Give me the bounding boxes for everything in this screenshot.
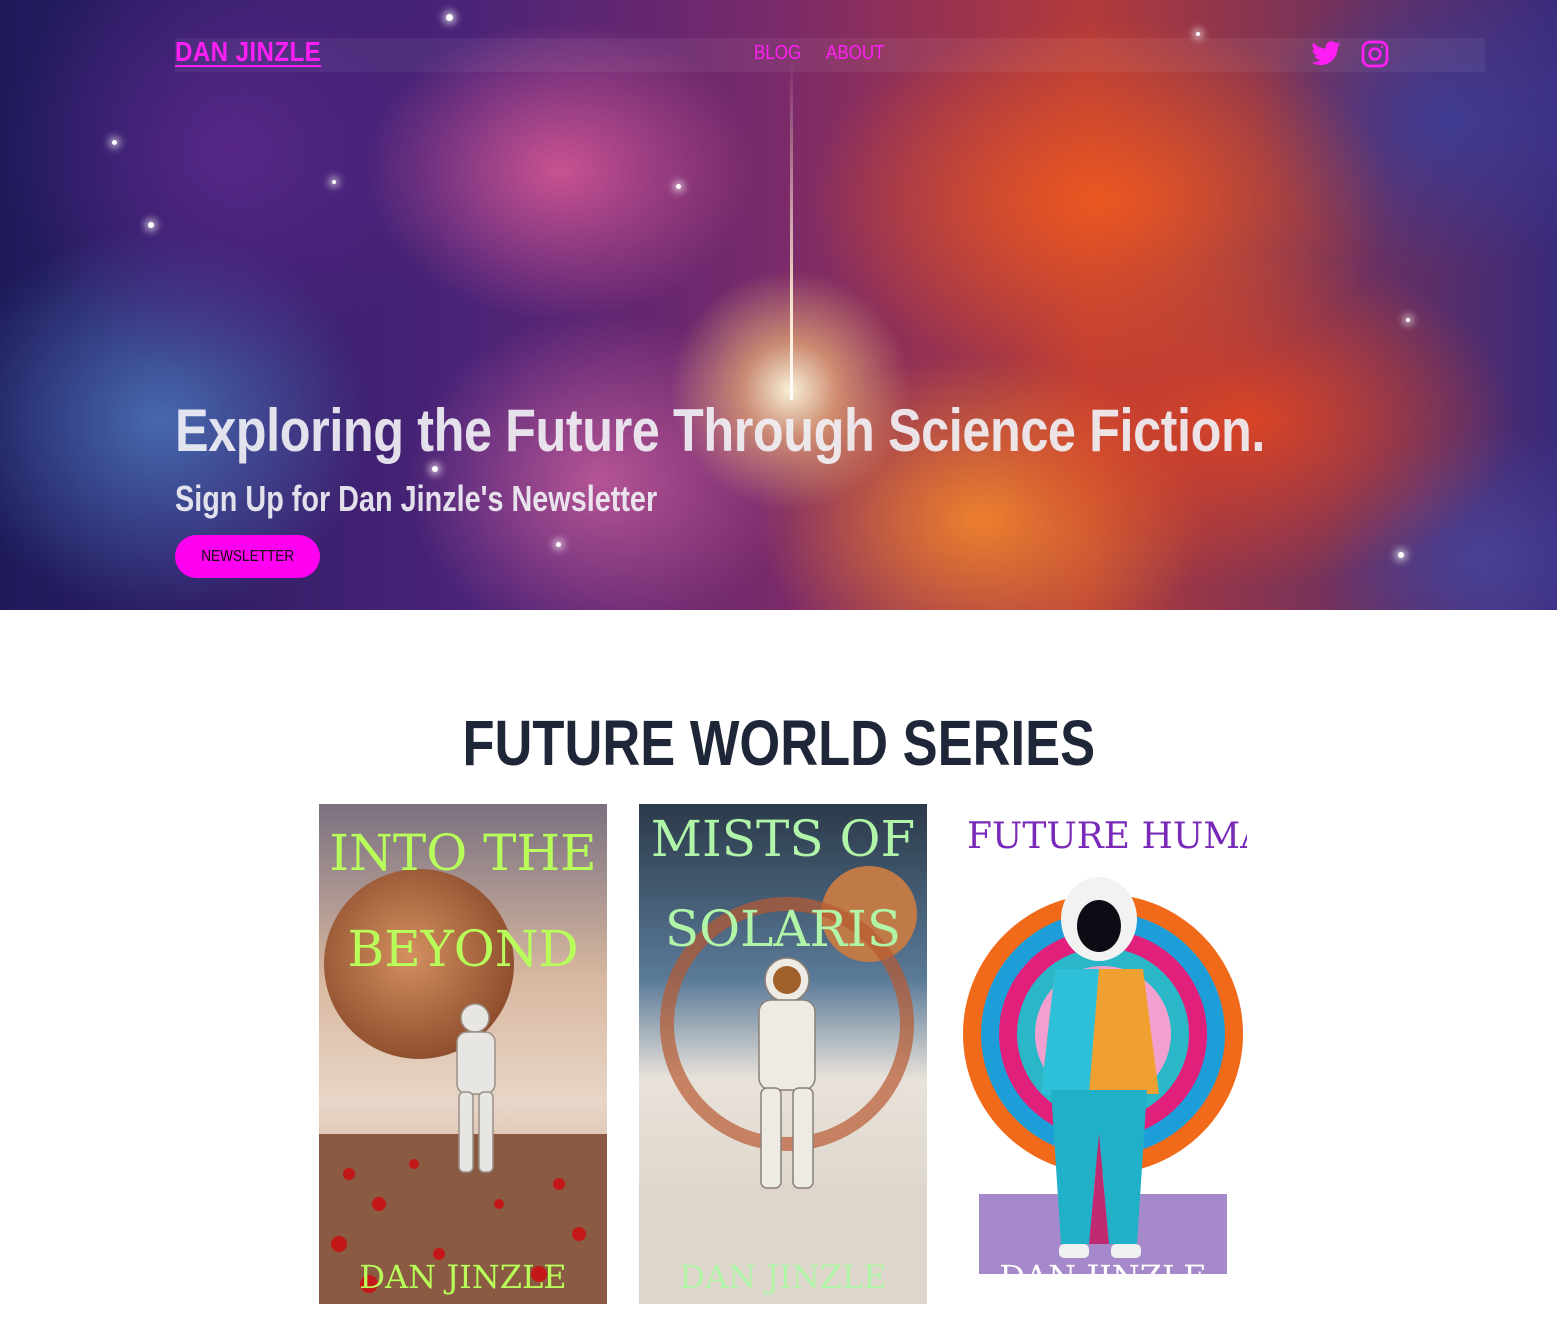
star bbox=[1398, 552, 1404, 558]
main-nav: BLOG ABOUT bbox=[754, 42, 894, 65]
star bbox=[148, 222, 154, 228]
newsletter-button-label: NEWSLETTER bbox=[201, 547, 294, 565]
nav-link-blog[interactable]: BLOG bbox=[754, 42, 801, 65]
book-cover-future-human[interactable]: FUTURE HUMAN DAN JINZLE bbox=[959, 804, 1247, 1304]
newsletter-button[interactable]: NEWSLETTER bbox=[175, 535, 320, 578]
cover-author: DAN JINZLE bbox=[359, 1258, 567, 1296]
star bbox=[676, 184, 681, 189]
cover-title-line2: SOLARIS bbox=[664, 900, 902, 958]
star bbox=[332, 180, 336, 184]
cover-art bbox=[639, 804, 927, 1304]
series-title-text: FUTURE WORLD SERIES bbox=[462, 707, 1095, 779]
star bbox=[112, 140, 117, 145]
cover-title: FUTURE HUMAN bbox=[967, 816, 1247, 857]
star bbox=[446, 14, 453, 21]
twitter-icon[interactable] bbox=[1310, 38, 1342, 70]
hero-headline: Exploring the Future Through Science Fic… bbox=[175, 397, 1265, 464]
cover-author: DAN JINZLE bbox=[679, 1258, 887, 1296]
hero-subheadline: Sign Up for Dan Jinzle's Newsletter bbox=[175, 478, 658, 519]
instagram-icon[interactable] bbox=[1359, 38, 1391, 70]
nav-link-about[interactable]: ABOUT bbox=[826, 42, 885, 65]
cover-title-line2: BEYOND bbox=[347, 920, 579, 978]
book-cover-mists-of-solaris[interactable]: MISTS OF SOLARIS DAN JINZLE bbox=[639, 804, 927, 1304]
cover-title-line1: MISTS OF bbox=[650, 810, 916, 868]
book-cover-into-the-beyond[interactable]: INTO THE BEYOND DAN JINZLE bbox=[319, 804, 607, 1304]
star bbox=[432, 466, 438, 472]
site-brand-link[interactable]: DAN JINZLE bbox=[175, 36, 321, 68]
star bbox=[1196, 32, 1200, 36]
star bbox=[556, 542, 561, 547]
cover-art bbox=[959, 804, 1247, 1304]
hero-banner: DAN JINZLE BLOG ABOUT Exploring the Futu… bbox=[0, 0, 1557, 610]
star bbox=[1406, 318, 1410, 322]
light-beam bbox=[790, 60, 793, 400]
cover-title-line1: INTO THE bbox=[329, 824, 597, 882]
series-title: FUTURE WORLD SERIES bbox=[0, 706, 1557, 780]
cover-author: DAN JINZLE bbox=[999, 1258, 1207, 1296]
